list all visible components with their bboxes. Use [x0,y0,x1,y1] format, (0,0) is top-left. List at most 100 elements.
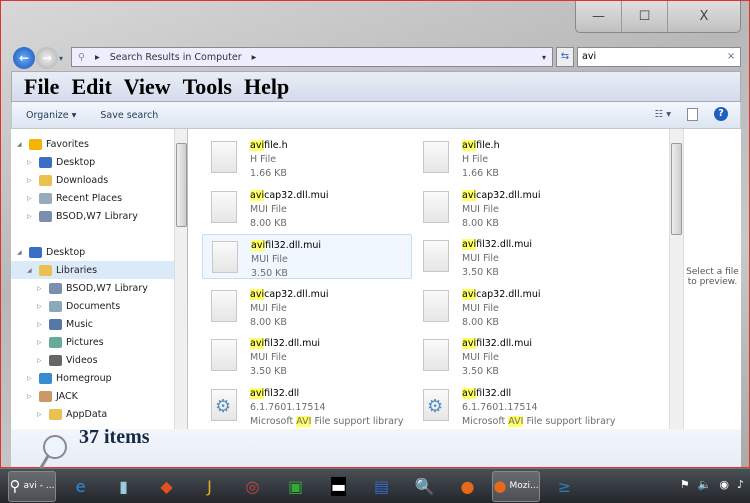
media-icon[interactable]: ♪ [737,478,744,491]
taskbar-computer-button[interactable]: ▤ [363,471,400,502]
file-item[interactable]: avifil32.dll.mui MUI File 3.50 KB [202,333,412,378]
clear-search-icon[interactable]: × [727,48,735,66]
nav-scrollbar-thumb[interactable] [176,143,187,227]
expand-arrow-icon[interactable]: ▷ [27,393,35,400]
back-button[interactable]: ← [13,47,35,69]
nav-item[interactable]: ▷ JACK [11,387,186,405]
menu-edit[interactable]: Edit [71,74,111,100]
menu-view[interactable]: View [124,74,171,100]
file-item[interactable]: avifil32.dll 6.1.7601.17514 Microsoft AV… [202,383,412,428]
file-item[interactable]: avifil32.dll 6.1.7601.17514 Microsoft AV… [414,383,624,428]
nav-item[interactable]: ▷ Pictures [11,333,186,351]
file-item[interactable]: avifile.h H File 1.66 KB [202,135,412,180]
nav-item[interactable]: ◢ Libraries [11,261,186,279]
help-button[interactable]: ? [714,107,728,121]
organize-button[interactable]: Organize ▾ [26,110,76,121]
close-button[interactable]: X [668,1,740,32]
nav-item[interactable]: ▷ AppData [11,405,186,423]
taskbar-firefox-button[interactable]: ● [449,471,486,502]
file-name: avifil32.dll.mui [462,338,533,349]
breadcrumb[interactable]: Search Results in Computer [110,52,242,63]
file-item[interactable]: avifil32.dll.mui MUI File 3.50 KB [414,333,624,378]
taskbar-monitor-app-button[interactable]: ▣ [277,471,314,502]
nav-item[interactable]: ◢ Favorites [11,135,186,153]
taskbar: ⚲ avi - ... e ▮ ◆ J ◎ ▣ ▬ ▤ 🔍 ● ● Mozi... ≥ ⚑ 🔈 ◉ ♪ [0,468,750,503]
dll-file-icon [423,388,449,421]
nav-item[interactable]: ▷ Documents [11,297,186,315]
address-dropdown-icon[interactable]: ▾ [542,53,546,62]
expand-arrow-icon[interactable]: ▷ [27,159,35,166]
nav-item[interactable]: ▷ Recent Places [11,189,186,207]
nav-item[interactable]: ▷ Music [11,315,186,333]
file-item[interactable]: avifil32.dll.mui MUI File 3.50 KB [414,234,624,279]
change-view-button[interactable]: ☷ ▾ [655,109,671,120]
file-item[interactable]: avicap32.dll.mui MUI File 8.00 KB [414,284,624,329]
nav-item[interactable]: ◢ Desktop [11,243,186,261]
breadcrumb-arrow-icon[interactable]: ▸ [95,52,100,63]
command-bar: Organize ▾ Save search ☷ ▾ ? [11,102,741,129]
nav-item[interactable]: ▷ BSOD,W7 Library [11,207,186,225]
nav-item[interactable]: ▷ Homegroup [11,369,186,387]
nav-item[interactable]: ▷ Videos [11,351,186,369]
file-item[interactable]: avicap32.dll.mui MUI File 8.00 KB [414,185,624,230]
preview-pane-button[interactable] [687,107,698,121]
file-type: MUI File [462,302,499,314]
file-item[interactable]: avicap32.dll.mui MUI File 8.00 KB [202,284,412,329]
save-search-button[interactable]: Save search [100,110,158,121]
file-item[interactable]: avifil32.dll.mui MUI File 3.50 KB [202,234,412,279]
taskbar-search-doc-button[interactable]: 🔍 [406,471,443,502]
taskbar-cmd-button[interactable]: ▬ [320,471,357,502]
minimize-button[interactable]: — [576,1,622,32]
file-list-scrollbar-thumb[interactable] [671,143,682,235]
taskbar-j-app-button[interactable]: J [191,471,228,502]
expand-arrow-icon[interactable]: ◢ [17,249,25,256]
blank-file-icon [211,339,237,371]
file-item[interactable]: avicap32.dll.mui MUI File 8.00 KB [202,185,412,230]
expand-arrow-icon[interactable]: ▷ [27,213,35,220]
taskbar-acrobat-button[interactable]: ◆ [148,471,185,502]
desktop-icon [39,156,52,168]
taskbar-explorer-button[interactable]: ⚲ avi - ... [8,470,56,502]
taskbar-powershell-button[interactable]: ≥ [546,471,583,502]
nav-item-label: AppData [66,408,108,420]
file-list-scrollbar[interactable] [669,129,683,429]
volume-icon[interactable]: 🔈 [698,478,712,491]
nav-item[interactable]: ▷ BSOD,W7 Library [11,279,186,297]
menu-file[interactable]: File [24,74,59,100]
network-icon[interactable]: ◉ [719,478,729,491]
expand-arrow-icon[interactable]: ▷ [27,177,35,184]
expand-arrow-icon[interactable]: ▷ [37,411,45,418]
notepad-icon: ▮ [119,476,128,496]
expand-arrow-icon[interactable]: ▷ [27,375,35,382]
expand-arrow-icon[interactable]: ◢ [17,141,25,148]
expand-arrow-icon[interactable]: ▷ [37,321,45,328]
file-name: avifil32.dll.mui [462,239,533,250]
expand-arrow-icon[interactable]: ◢ [27,267,35,274]
taskbar-ie-button[interactable]: e [62,471,99,502]
expand-arrow-icon[interactable]: ▷ [37,357,45,364]
action-center-flag-icon[interactable]: ⚑ [680,478,690,491]
nav-scrollbar[interactable] [174,129,187,429]
forward-button[interactable]: → [36,47,58,69]
expand-arrow-icon[interactable]: ▷ [37,339,45,346]
taskbar-compass-button[interactable]: ◎ [234,471,271,502]
expand-arrow-icon[interactable]: ▷ [37,285,45,292]
recent-pages-dropdown[interactable]: ▾ [59,54,63,63]
nav-item[interactable]: ▷ Desktop [11,153,186,171]
taskbar-firefox-window-button[interactable]: ● Mozi... [492,470,540,502]
file-item[interactable]: avifile.h H File 1.66 KB [414,135,624,180]
nav-item[interactable]: ▷ Downloads [11,171,186,189]
expand-arrow-icon[interactable]: ▷ [27,195,35,202]
address-bar[interactable]: ⚲ ▸ Search Results in Computer ▸ ▾ [71,47,553,67]
blank-file-icon [212,241,238,273]
acrobat-icon: ◆ [160,476,173,496]
menu-help[interactable]: Help [244,74,289,100]
breadcrumb-arrow-icon[interactable]: ▸ [252,52,257,63]
nav-item-label: Videos [66,354,98,366]
expand-arrow-icon[interactable]: ▷ [37,303,45,310]
menu-tools[interactable]: Tools [183,74,232,100]
search-input[interactable]: avi × [577,47,741,67]
maximize-button[interactable]: ☐ [622,1,668,32]
refresh-button[interactable]: ⇆ [556,47,574,67]
taskbar-notepad-button[interactable]: ▮ [105,471,142,502]
